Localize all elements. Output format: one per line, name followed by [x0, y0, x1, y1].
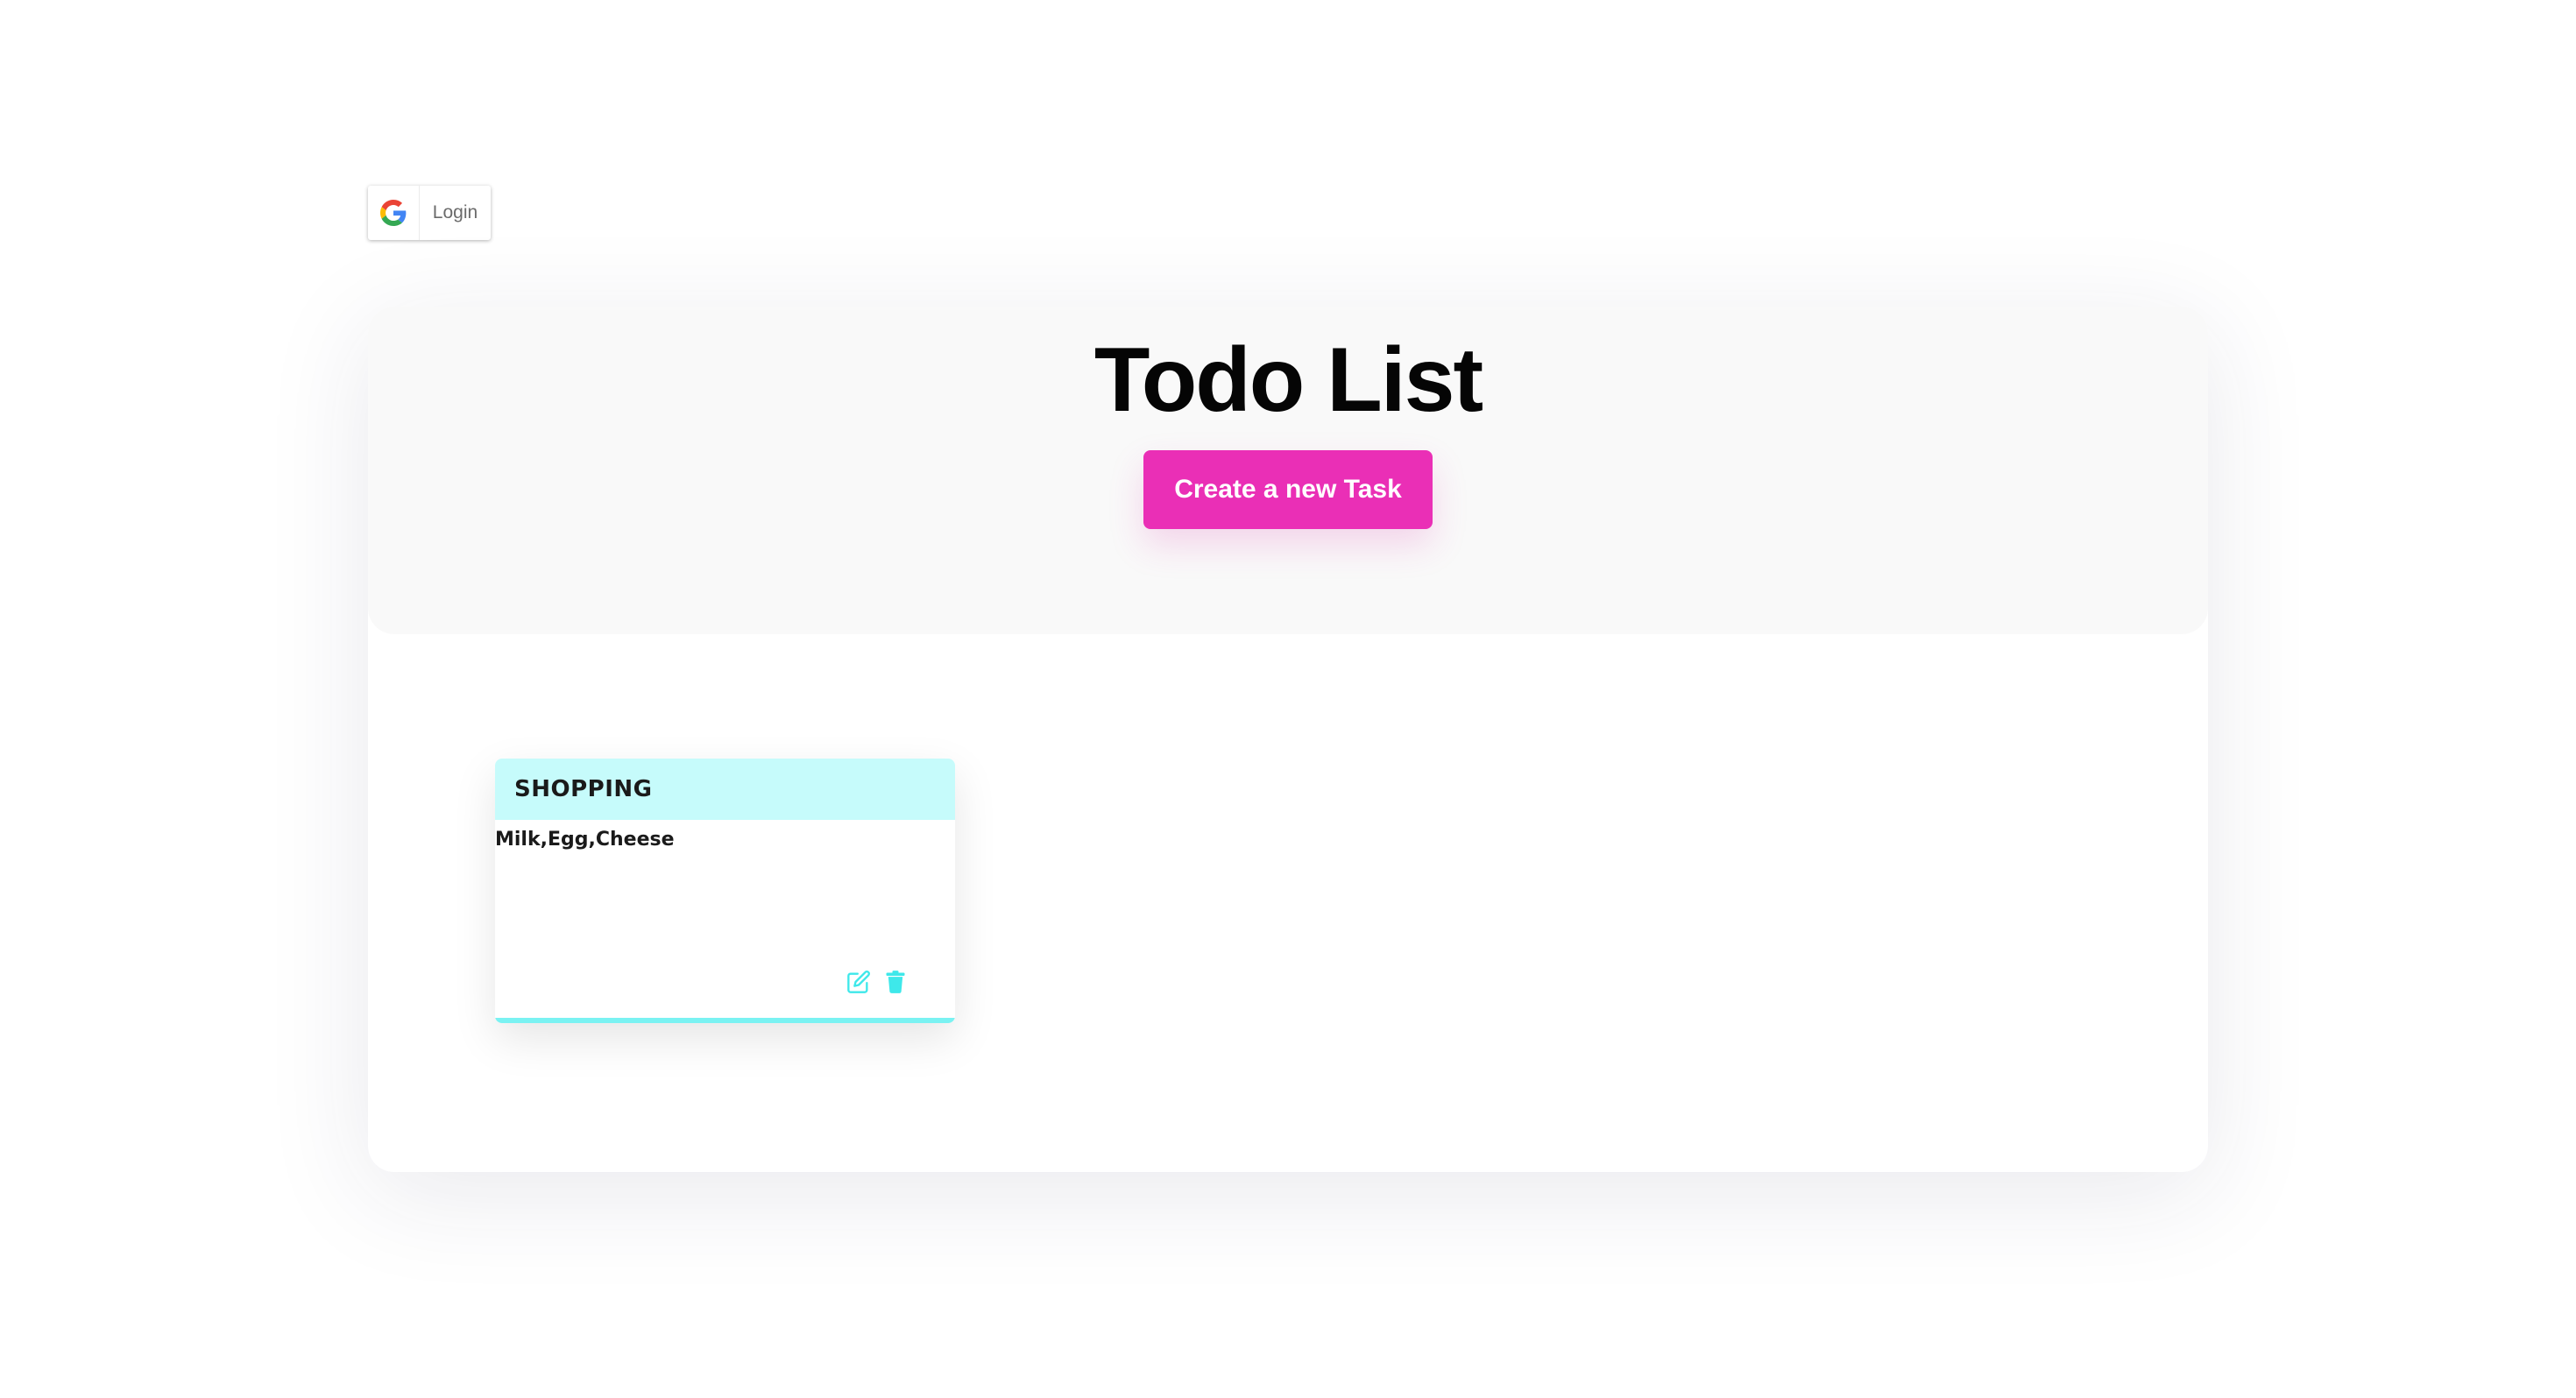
task-description: Milk,Egg,Cheese: [495, 829, 675, 851]
task-card-accent-bar: [495, 1018, 955, 1023]
task-card-header: SHOPPING: [495, 759, 955, 820]
login-label: Login: [432, 202, 478, 222]
page: Login Todo List Create a new Task SHOPPI…: [0, 0, 2576, 1398]
edit-icon[interactable]: [846, 969, 872, 995]
task-actions: [846, 969, 909, 995]
task-title: SHOPPING: [514, 776, 653, 802]
task-card: SHOPPING Milk,Egg,Cheese: [495, 759, 955, 1023]
todo-header: Todo List Create a new Task: [368, 307, 2208, 634]
google-icon: [368, 186, 420, 240]
trash-icon[interactable]: [882, 969, 909, 995]
create-task-button[interactable]: Create a new Task: [1143, 450, 1433, 529]
page-title: Todo List: [1093, 329, 1483, 431]
todo-container: Todo List Create a new Task SHOPPING Mil…: [368, 307, 2208, 1172]
google-login-button[interactable]: Login: [368, 186, 491, 240]
